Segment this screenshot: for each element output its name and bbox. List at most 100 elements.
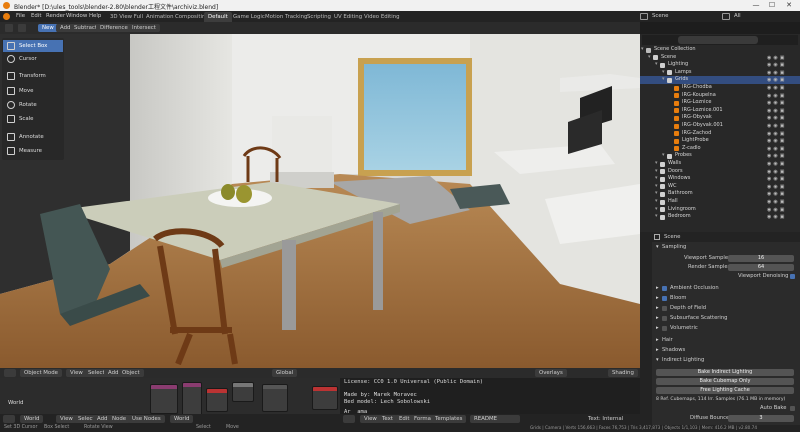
node-box[interactable] (150, 384, 178, 414)
node-box[interactable] (232, 382, 254, 402)
properties-editor[interactable]: Scene ▾ Sampling Viewport Samples 16 Rende… (640, 232, 800, 425)
3d-viewport[interactable] (0, 34, 640, 368)
visibility-toggle-icon[interactable]: ◉◉▣ (767, 146, 797, 152)
cursor-tool-icon[interactable] (5, 24, 13, 32)
visibility-toggle-icon[interactable]: ◉◉▣ (767, 85, 797, 91)
outliner-row[interactable]: ▾ Lighting ◉◉▣ (640, 61, 800, 69)
outliner-row[interactable]: ▾ Hall ◉◉▣ (640, 198, 800, 206)
visibility-toggle-icon[interactable]: ◉◉▣ (767, 138, 797, 144)
panel-indirect-lighting[interactable]: ▾ Indirect Lighting (640, 356, 800, 365)
visibility-toggle-icon[interactable]: ◉◉▣ (767, 176, 797, 182)
outliner-row[interactable]: ▾ Lamps ◉◉▣ (640, 69, 800, 77)
visibility-toggle-icon[interactable]: ◉◉▣ (767, 214, 797, 220)
close-button[interactable]: ✕ (783, 1, 795, 10)
transform-orientation-select[interactable]: Global (272, 369, 298, 377)
bloom-checkbox[interactable] (662, 296, 667, 301)
visibility-toggle-icon[interactable]: ◉◉▣ (767, 123, 797, 129)
diffuse-bounces-field[interactable]: 3 (728, 415, 794, 422)
visibility-toggle-icon[interactable]: ◉◉▣ (767, 62, 797, 68)
view-layer-selector[interactable]: All (734, 12, 741, 21)
visibility-toggle-icon[interactable]: ◉◉▣ (767, 55, 797, 61)
overlays-button[interactable]: Overlays (535, 369, 567, 377)
visibility-toggle-icon[interactable]: ◉◉▣ (767, 199, 797, 205)
visibility-toggle-icon[interactable]: ◉◉▣ (767, 184, 797, 190)
outliner[interactable]: ▾ Scene Collection ▾ Scene ◉◉▣ ▾ Lighting ◉◉▣ ▾ L… (640, 34, 800, 232)
node-box[interactable] (206, 388, 228, 412)
tool-select-box[interactable]: Select Box (3, 40, 63, 52)
outliner-row[interactable]: IRG-Koupelna ◉◉▣ (640, 92, 800, 100)
workspace-tab-default[interactable]: Default (204, 12, 232, 22)
outliner-row[interactable]: IRG-Obyvak.001 ◉◉▣ (640, 122, 800, 130)
editor-type-icon[interactable] (3, 415, 15, 423)
disclosure-triangle-icon[interactable]: ▾ (648, 54, 651, 62)
viewport-samples-field[interactable]: 16 (728, 255, 794, 262)
disclosure-triangle-icon[interactable]: ▾ (655, 183, 658, 191)
outliner-search-input[interactable] (678, 36, 758, 44)
workspace-tab-3d-view-full[interactable]: 3D View Full (106, 12, 147, 22)
disclosure-triangle-icon[interactable]: ▾ (655, 61, 658, 69)
visibility-toggle-icon[interactable]: ◉◉▣ (767, 100, 797, 106)
free-lighting-cache-button[interactable]: Free Lighting Cache (656, 387, 794, 394)
outliner-row[interactable]: ▾ Doors ◉◉▣ (640, 168, 800, 176)
visibility-toggle-icon[interactable]: ◉◉▣ (767, 207, 797, 213)
text-file-select[interactable]: README (470, 415, 520, 423)
outliner-row[interactable]: Z-cadlo ◉◉▣ (640, 145, 800, 153)
panel-hair[interactable]: ▸ Hair (640, 336, 800, 345)
blender-menu-icon[interactable] (3, 13, 10, 20)
visibility-toggle-icon[interactable]: ◉◉▣ (767, 191, 797, 197)
world-datablock-select[interactable]: World (170, 415, 194, 423)
auto-bake-checkbox[interactable] (790, 406, 795, 411)
menu-help[interactable]: Help (86, 11, 104, 22)
disclosure-triangle-icon[interactable]: ▾ (662, 69, 665, 77)
tool-annotate[interactable]: Annotate (3, 131, 63, 143)
panel-subsurface-scattering[interactable]: ▸ Subsurface Scattering (640, 314, 800, 323)
outliner-row[interactable]: IRG-Obyvak ◉◉▣ (640, 114, 800, 122)
visibility-toggle-icon[interactable]: ◉◉▣ (767, 115, 797, 121)
visibility-toggle-icon[interactable]: ◉◉▣ (767, 77, 797, 83)
use-nodes-toggle[interactable]: Use Nodes (128, 415, 165, 423)
outliner-row[interactable]: IRG-Loznice.001 ◉◉▣ (640, 107, 800, 115)
disclosure-triangle-icon[interactable]: ▾ (655, 175, 658, 183)
tool-move[interactable]: Move (3, 85, 63, 97)
visibility-toggle-icon[interactable]: ◉◉▣ (767, 153, 797, 159)
editor-type-icon[interactable] (343, 415, 355, 423)
text-editor[interactable]: License: CC0 1.0 Universal (Public Domai… (340, 378, 640, 415)
menu-edit[interactable]: Edit (28, 11, 44, 22)
disclosure-triangle-icon[interactable]: ▾ (655, 190, 658, 198)
sss-checkbox[interactable] (662, 316, 667, 321)
visibility-toggle-icon[interactable]: ◉◉▣ (767, 169, 797, 175)
tool-scale[interactable]: Scale (3, 113, 63, 125)
outliner-row[interactable]: ▾ Bathroom ◉◉▣ (640, 190, 800, 198)
outliner-row[interactable]: IRG-Zachod ◉◉▣ (640, 130, 800, 138)
outliner-row[interactable]: ▾ Walls ◉◉▣ (640, 160, 800, 168)
disclosure-triangle-icon[interactable]: ▾ (655, 160, 658, 168)
disclosure-triangle-icon[interactable]: ▾ (655, 168, 658, 176)
outliner-row[interactable]: ▾ Windows ◉◉▣ (640, 175, 800, 183)
dof-checkbox[interactable] (662, 306, 667, 311)
maximize-button[interactable]: ☐ (766, 1, 778, 10)
ao-checkbox[interactable] (662, 286, 667, 291)
visibility-toggle-icon[interactable]: ◉◉▣ (767, 93, 797, 99)
disclosure-triangle-icon[interactable]: ▾ (662, 152, 665, 160)
auto-bake-row[interactable]: Auto Bake (640, 404, 800, 413)
panel-sampling[interactable]: ▾ Sampling (640, 243, 800, 252)
minimize-button[interactable]: — (750, 1, 762, 10)
tool-transform[interactable]: Transform (3, 70, 63, 82)
outliner-row[interactable]: ▾ Bedroom ◉◉▣ (640, 213, 800, 221)
editor-type-icon[interactable] (18, 24, 26, 32)
menu-file[interactable]: File (13, 11, 28, 22)
tool-measure[interactable]: Measure (3, 145, 63, 157)
shading-button[interactable]: Shading (608, 369, 638, 377)
outliner-row[interactable]: IRG-Chodba ◉◉▣ (640, 84, 800, 92)
panel-ambient-occlusion[interactable]: ▸ Ambient Occlusion (640, 284, 800, 293)
render-samples-field[interactable]: 64 (728, 264, 794, 271)
volumetric-checkbox[interactable] (662, 326, 667, 331)
object-menu[interactable]: Object (118, 369, 144, 377)
outliner-row[interactable]: ▾ Scene Collection (640, 46, 800, 54)
editor-type-icon[interactable] (4, 369, 16, 377)
disclosure-triangle-icon[interactable]: ▾ (655, 213, 658, 221)
outliner-row[interactable]: ▾ Probes ◉◉▣ (640, 152, 800, 160)
mode-intersect-button[interactable]: Intersect (128, 24, 160, 32)
object-mode-select[interactable]: Object Mode (20, 369, 62, 377)
outliner-row[interactable]: LightProbe ◉◉▣ (640, 137, 800, 145)
